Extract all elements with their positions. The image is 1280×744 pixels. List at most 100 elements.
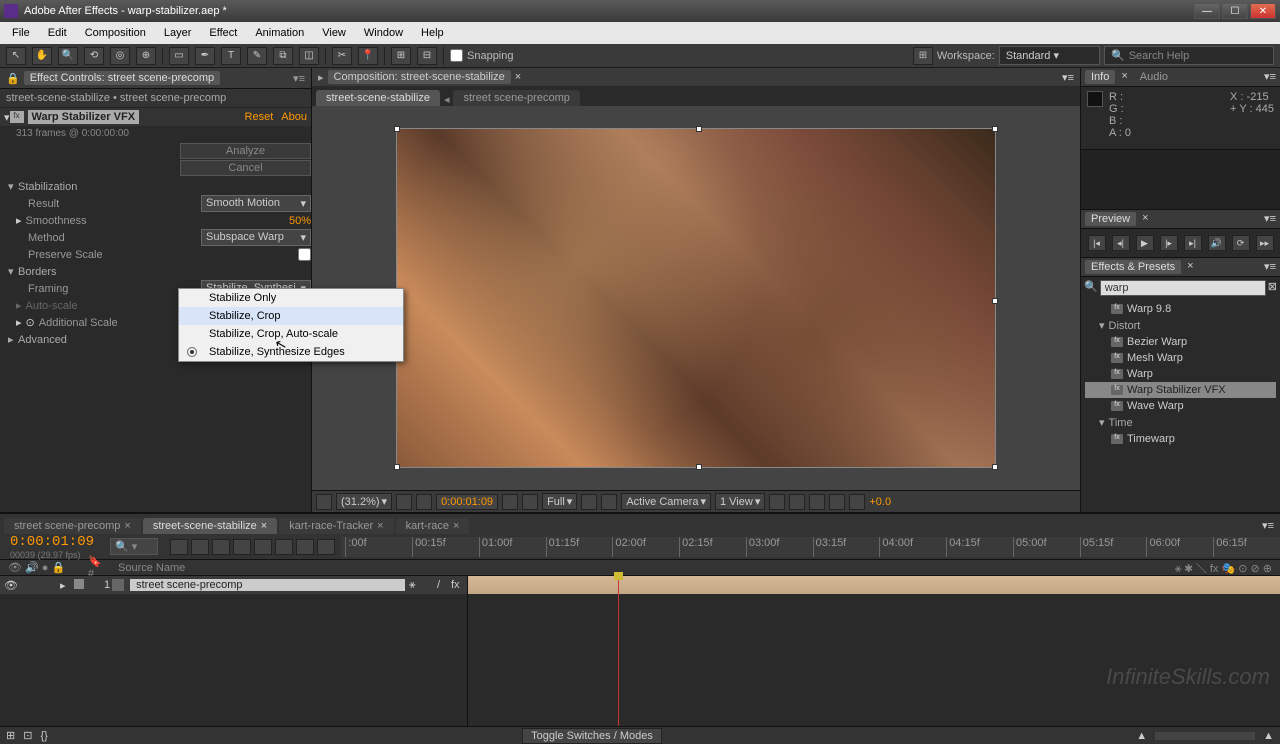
workspace-icon[interactable]: ⊞ (913, 47, 933, 65)
analyze-button[interactable]: Analyze (180, 143, 311, 159)
safe-zones-icon[interactable] (416, 494, 432, 510)
pixel-aspect-icon[interactable] (769, 494, 785, 510)
timeline-track-area[interactable] (468, 576, 1280, 726)
audio-tab[interactable]: Audio (1134, 70, 1174, 84)
close-icon[interactable]: × (453, 520, 459, 532)
snapping-checkbox[interactable] (450, 49, 463, 62)
dropdown-item[interactable]: Stabilize, Synthesize Edges (179, 343, 403, 361)
preview-tab[interactable]: Preview (1085, 212, 1136, 226)
tree-effect-item[interactable]: fx Timewarp (1085, 431, 1276, 447)
grid-icon[interactable] (316, 494, 332, 510)
source-name-col[interactable]: Source Name (114, 562, 189, 574)
close-button[interactable]: ✕ (1250, 3, 1276, 19)
twirl-icon[interactable]: ▸ (60, 579, 72, 591)
graph-editor-icon[interactable] (296, 539, 314, 555)
draft-3d-icon[interactable] (191, 539, 209, 555)
twirl-icon[interactable]: ▾ (8, 265, 18, 278)
menu-window[interactable]: Window (356, 25, 411, 41)
clone-tool-icon[interactable]: ⧉ (273, 47, 293, 65)
fast-previews-icon[interactable] (789, 494, 805, 510)
timeline-tab[interactable]: street-scene-stabilize× (143, 518, 277, 534)
camera-select[interactable]: Active Camera ▾ (621, 493, 711, 510)
brush-tool-icon[interactable]: ✎ (247, 47, 267, 65)
clear-search-icon[interactable]: ⊠ (1268, 280, 1277, 296)
timecode-display[interactable]: 0:00:01:09 (436, 494, 498, 510)
roto-tool-icon[interactable]: ✂ (332, 47, 352, 65)
zoom-tool-icon[interactable]: 🔍 (58, 47, 78, 65)
last-frame-icon[interactable]: ▸| (1184, 235, 1202, 251)
maximize-button[interactable]: ☐ (1222, 3, 1248, 19)
zoom-out-icon[interactable]: ▲ (1136, 730, 1147, 742)
info-tab[interactable]: Info (1085, 70, 1115, 84)
motion-blur-icon[interactable] (254, 539, 272, 555)
tree-effect-item[interactable]: fx Bezier Warp (1085, 334, 1276, 350)
close-icon[interactable]: × (1142, 212, 1148, 226)
twirl-icon[interactable]: ▸ (16, 316, 22, 329)
play-icon[interactable]: ▶ (1136, 235, 1154, 251)
next-frame-icon[interactable]: |▸ (1160, 235, 1178, 251)
workspace-select[interactable]: Standard ▾ (999, 46, 1100, 65)
about-link[interactable]: Abou (281, 111, 307, 123)
timeline-search[interactable]: 🔍 ▾ (110, 538, 158, 555)
visibility-icon[interactable]: 👁 (4, 579, 16, 591)
transparency-icon[interactable] (601, 494, 617, 510)
toggle-switches-button[interactable]: Toggle Switches / Modes (522, 728, 662, 744)
close-icon[interactable]: × (124, 520, 130, 532)
tree-effect-item[interactable]: fx Warp (1085, 366, 1276, 382)
menu-file[interactable]: File (4, 25, 38, 41)
comp-breadcrumb-1[interactable]: street-scene-stabilize (316, 90, 440, 106)
zoom-select[interactable]: (31.2%) ▾ (336, 493, 392, 510)
view-select[interactable]: 1 View ▾ (715, 493, 765, 510)
reset-exposure-icon[interactable] (849, 494, 865, 510)
tree-category[interactable]: ▾ Time (1085, 414, 1276, 431)
reset-link[interactable]: Reset (245, 111, 274, 123)
dropdown-item[interactable]: Stabilize, Crop, Auto-scale (179, 325, 403, 343)
eraser-tool-icon[interactable]: ◫ (299, 47, 319, 65)
panel-options-icon[interactable]: ▾≡ (1062, 71, 1074, 84)
twirl-icon[interactable]: ▾ (8, 180, 18, 193)
expand-icon[interactable]: ⊞ (6, 729, 15, 742)
fx-toggle-icon[interactable]: fx (10, 111, 24, 123)
smoothness-value[interactable]: 50% (289, 215, 311, 227)
exposure-value[interactable]: +0.0 (869, 496, 891, 508)
audio-icon[interactable]: 🔊 (1208, 235, 1226, 251)
timeline-tab[interactable]: kart-race-Tracker× (279, 518, 393, 534)
panel-options-icon[interactable]: ▾≡ (1264, 70, 1276, 84)
menu-animation[interactable]: Animation (247, 25, 312, 41)
timeline-tab[interactable]: kart-race× (396, 518, 470, 534)
search-help-input[interactable]: 🔍 Search Help (1104, 46, 1274, 65)
dropdown-item[interactable]: Stabilize, Crop (179, 307, 403, 325)
rectangle-tool-icon[interactable]: ▭ (169, 47, 189, 65)
close-icon[interactable]: × (261, 520, 267, 532)
twirl-icon[interactable]: ▸ (8, 333, 18, 346)
auto-keyframe-icon[interactable] (317, 539, 335, 555)
close-tab-icon[interactable]: × (515, 71, 521, 83)
tree-effect-item[interactable]: fx Warp 9.8 (1085, 301, 1276, 317)
puppet-tool-icon[interactable]: 📍 (358, 47, 378, 65)
menu-effect[interactable]: Effect (201, 25, 245, 41)
brainstorm-icon[interactable] (275, 539, 293, 555)
panel-options-icon[interactable]: ▾≡ (1264, 260, 1276, 274)
ram-preview-icon[interactable]: ▸▸ (1256, 235, 1274, 251)
menu-help[interactable]: Help (413, 25, 452, 41)
layer-color-icon[interactable] (74, 579, 84, 589)
menu-edit[interactable]: Edit (40, 25, 75, 41)
world-axis-icon[interactable]: ⊟ (417, 47, 437, 65)
layer-track[interactable] (468, 576, 1280, 594)
lock-icon[interactable]: 🔒 (6, 72, 20, 85)
snapshot-icon[interactable] (502, 494, 518, 510)
brackets-icon[interactable]: {} (40, 730, 47, 742)
panel-menu-icon[interactable]: ▸ (318, 71, 324, 84)
channel-icon[interactable] (522, 494, 538, 510)
tree-effect-item[interactable]: fx Warp Stabilizer VFX (1085, 382, 1276, 398)
close-icon[interactable]: × (1187, 260, 1193, 274)
close-icon[interactable]: × (377, 520, 383, 532)
twirl-icon[interactable]: ▸ (16, 214, 22, 227)
resolution-icon[interactable] (396, 494, 412, 510)
hand-tool-icon[interactable]: ✋ (32, 47, 52, 65)
timeline-tab[interactable]: street scene-precomp× (4, 518, 141, 534)
cancel-button[interactable]: Cancel (180, 160, 311, 176)
menu-composition[interactable]: Composition (77, 25, 154, 41)
camera-tool-icon[interactable]: ◎ (110, 47, 130, 65)
twirl-icon[interactable]: ▸ (16, 299, 22, 312)
